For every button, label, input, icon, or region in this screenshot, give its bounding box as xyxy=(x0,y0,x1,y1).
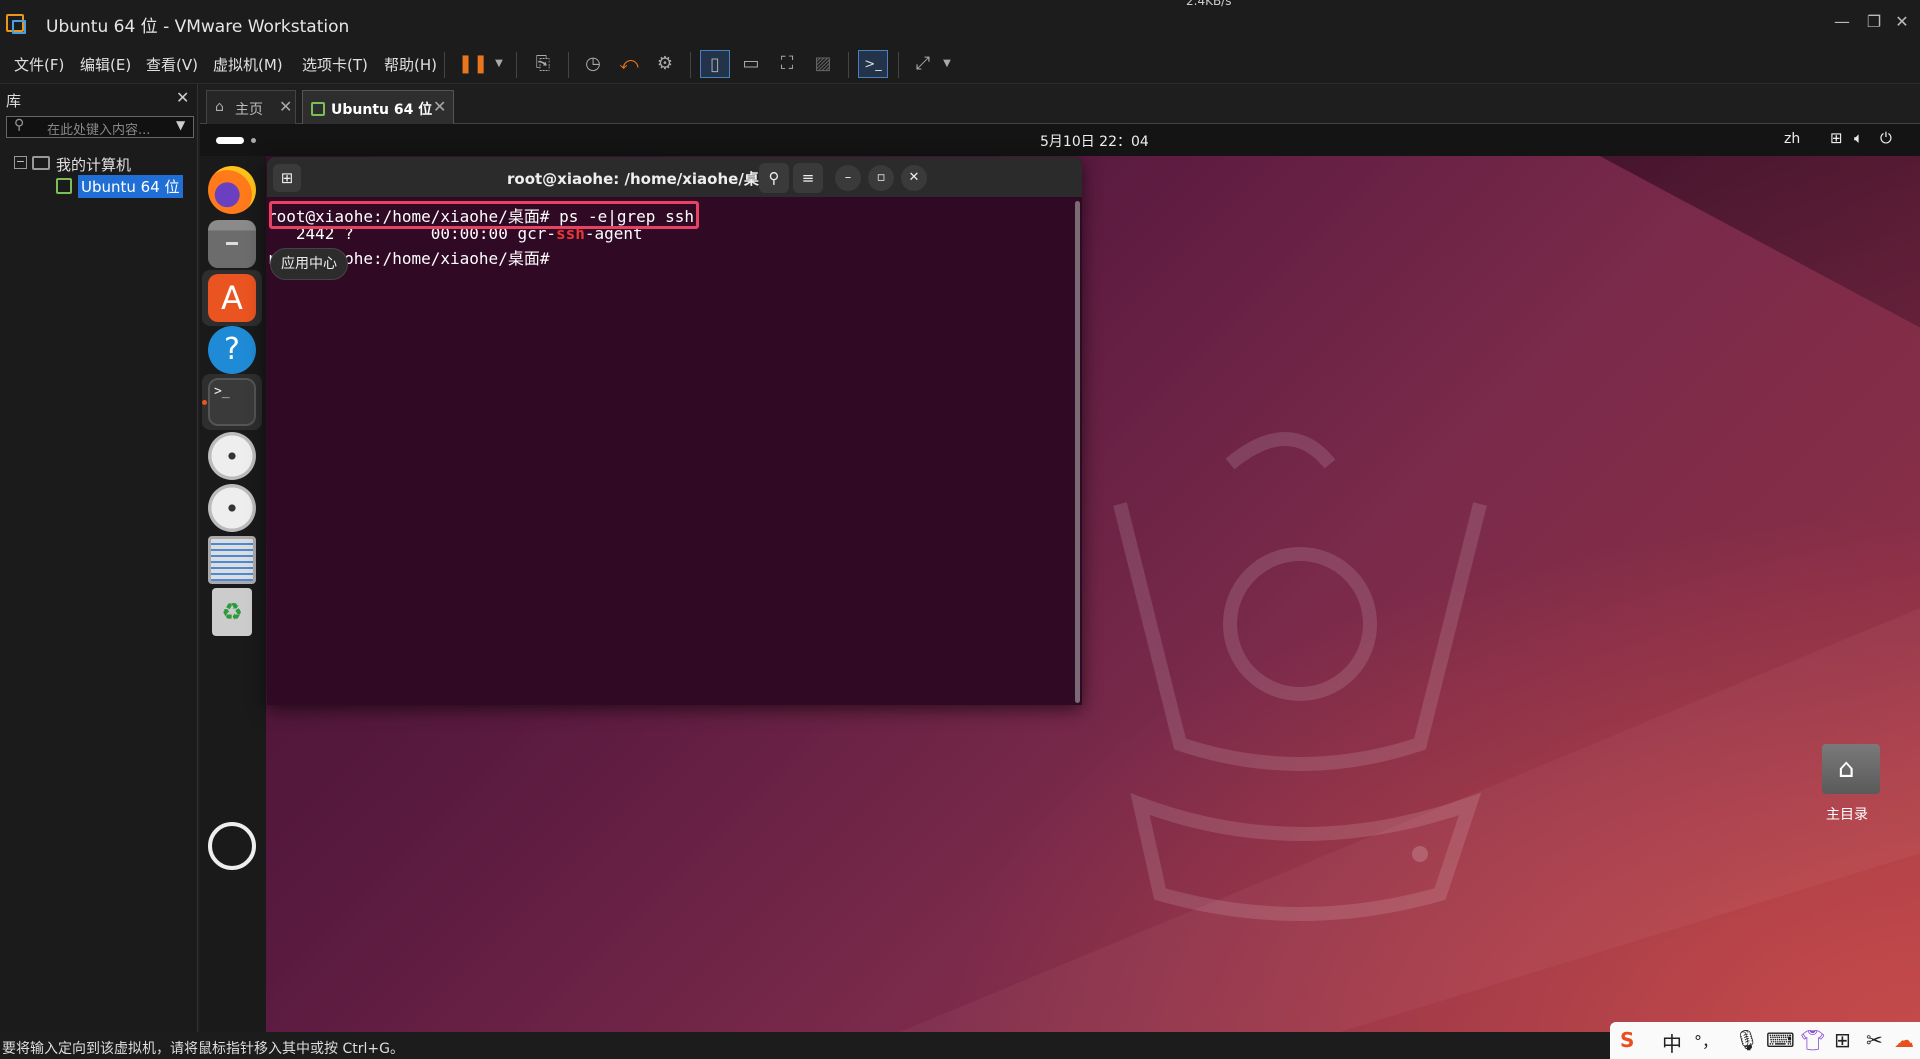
close-icon[interactable]: ✕ xyxy=(279,97,292,116)
hamburger-menu-icon[interactable]: ≡ xyxy=(793,163,823,193)
keyboard-icon[interactable]: ⌨ xyxy=(1766,1028,1795,1052)
app-center-icon[interactable]: A xyxy=(208,274,256,322)
vm-display[interactable]: 5月10日 22：04 zh ⊞ 🔈︎ ⏻ A ? >_ ♻ ⊞ root@xi… xyxy=(200,124,1920,1032)
tab-home-label: 主页 xyxy=(235,102,263,118)
tab-ubuntu[interactable]: Ubuntu 64 位 ✕ xyxy=(302,90,454,124)
show-library-icon[interactable]: ▯ xyxy=(700,50,730,78)
send-keys-icon[interactable]: ⎘ xyxy=(528,50,558,78)
skin-icon[interactable]: 👕︎ xyxy=(1800,1028,1825,1052)
menu-file[interactable]: 文件(F) xyxy=(14,54,64,75)
menu-edit[interactable]: 编辑(E) xyxy=(80,54,131,75)
annotation-highlight-box xyxy=(269,201,699,229)
firefox-icon[interactable] xyxy=(208,166,256,214)
unity-icon[interactable]: ▨ xyxy=(808,50,838,78)
close-icon[interactable]: ✕ xyxy=(433,97,446,116)
thumbnail-bar-icon[interactable]: ▭ xyxy=(736,50,766,78)
ime-mode[interactable]: 中 xyxy=(1662,1028,1682,1057)
toolbar-separator xyxy=(568,52,569,78)
revert-snapshot-icon[interactable]: ⤺ xyxy=(614,50,644,78)
menu-view[interactable]: 查看(V) xyxy=(146,54,198,75)
tree-collapse-icon[interactable]: − xyxy=(14,156,27,169)
house-icon: ⌂ xyxy=(1838,754,1855,784)
computer-icon xyxy=(32,156,50,170)
workspace-indicator[interactable] xyxy=(216,137,244,144)
chevron-down-icon[interactable]: ▼ xyxy=(176,118,185,132)
network-icon[interactable]: ⊞ xyxy=(1830,129,1843,147)
vmware-logo-icon xyxy=(6,14,26,34)
clock[interactable]: 5月10日 22：04 xyxy=(1040,131,1149,151)
terminal-title: root@xiaohe: /home/xiaohe/桌面 xyxy=(507,170,774,188)
vm-icon xyxy=(311,102,325,116)
home-icon: ⌂ xyxy=(215,99,224,115)
menu-tabs[interactable]: 选项卡(T) xyxy=(302,54,368,75)
ubuntu-dock: A ? >_ ♻ xyxy=(200,156,266,1032)
toolbar-separator xyxy=(444,52,445,78)
tree-item-my-computer[interactable]: 我的计算机 xyxy=(56,154,131,175)
console-view-icon[interactable]: >_ xyxy=(858,50,888,78)
title-bar: Ubuntu 64 位 - VMware Workstation 2.4KB/s… xyxy=(0,0,1920,44)
full-screen-icon[interactable]: ⛶ xyxy=(772,50,802,78)
floppy-icon[interactable] xyxy=(208,536,256,584)
library-panel: 库 ✕ 在此处键入内容... ⚲ ▼ − 我的计算机 Ubuntu 64 位 xyxy=(0,84,198,1032)
tab-ubuntu-label: Ubuntu 64 位 xyxy=(331,102,433,118)
files-handle xyxy=(226,242,238,245)
toolbar-separator xyxy=(690,52,691,78)
snapshot-manager-icon[interactable]: ⚙ xyxy=(650,50,680,78)
search-icon: ⚲ xyxy=(14,117,25,133)
running-indicator xyxy=(202,400,207,405)
home-folder-label[interactable]: 主目录 xyxy=(1826,804,1868,824)
input-language[interactable]: zh xyxy=(1784,131,1800,147)
chevron-down-icon[interactable]: ▼ xyxy=(484,50,514,78)
close-icon[interactable]: ✕ xyxy=(176,88,189,107)
maximize-icon[interactable]: ▫ xyxy=(868,165,894,191)
show-apps-icon[interactable] xyxy=(208,822,256,870)
minimize-icon[interactable]: – xyxy=(835,165,861,191)
dock-tooltip: 应用中心 xyxy=(270,248,348,280)
disc-icon[interactable] xyxy=(208,484,256,532)
close-icon[interactable]: ✕ xyxy=(1880,8,1920,36)
ime-toolbar: S 中 °， 🎙︎ ⌨ 👕︎ ⊞ ✂ ☁ xyxy=(1610,1022,1920,1059)
terminal-header: ⊞ root@xiaohe: /home/xiaohe/桌面 ⚲ ≡ – ▫ ✕ xyxy=(267,157,1082,197)
tools-icon[interactable]: ✂ xyxy=(1866,1028,1883,1052)
close-icon[interactable]: ✕ xyxy=(901,165,927,191)
ime-punct[interactable]: °， xyxy=(1694,1028,1718,1052)
wallpaper-mascot xyxy=(1113,432,1487,921)
window-title: Ubuntu 64 位 - VMware Workstation xyxy=(46,17,350,37)
trash-icon[interactable]: ♻ xyxy=(212,588,252,636)
power-icon[interactable]: ⏻ xyxy=(1880,129,1892,147)
sogou-logo-icon[interactable]: S xyxy=(1620,1028,1634,1052)
tab-strip: ⌂ 主页 ✕ Ubuntu 64 位 ✕ xyxy=(200,84,1920,124)
network-speed: 2.4KB/s xyxy=(1186,0,1232,8)
toolbar-separator xyxy=(848,52,849,78)
search-icon[interactable]: ⚲ xyxy=(759,163,789,193)
grid-icon[interactable]: ⊞ xyxy=(1834,1028,1851,1052)
toolbar-separator xyxy=(898,52,899,78)
menu-vm[interactable]: 虚拟机(M) xyxy=(213,54,283,75)
terminal-icon[interactable]: >_ xyxy=(208,378,256,426)
tab-home[interactable]: ⌂ 主页 ✕ xyxy=(206,90,296,124)
disc-icon[interactable] xyxy=(208,432,256,480)
tree-item-ubuntu-vm[interactable]: Ubuntu 64 位 xyxy=(78,175,183,198)
new-tab-icon[interactable]: ⊞ xyxy=(273,164,301,192)
help-icon[interactable]: ? xyxy=(208,326,256,374)
snapshot-icon[interactable]: ◷ xyxy=(578,50,608,78)
mascot-icon[interactable]: ☁ xyxy=(1894,1028,1914,1052)
library-search-input[interactable]: 在此处键入内容... xyxy=(6,116,194,138)
status-text: 要将输入定向到该虚拟机，请将鼠标指针移入其中或按 Ctrl+G。 xyxy=(2,1041,404,1057)
menu-bar: 文件(F) 编辑(E) 查看(V) 虚拟机(M) 选项卡(T) 帮助(H) ❚❚… xyxy=(0,44,1920,84)
home-folder-icon[interactable]: ⌂ xyxy=(1822,744,1880,794)
files-icon[interactable] xyxy=(208,220,256,268)
gnome-top-bar: 5月10日 22：04 zh ⊞ 🔈︎ ⏻ xyxy=(200,124,1920,156)
volume-icon[interactable]: 🔈︎ xyxy=(1854,129,1863,147)
terminal-window[interactable]: ⊞ root@xiaohe: /home/xiaohe/桌面 ⚲ ≡ – ▫ ✕… xyxy=(267,157,1082,705)
vm-icon xyxy=(56,178,72,194)
menu-help[interactable]: 帮助(H) xyxy=(384,54,437,75)
library-title: 库 xyxy=(6,92,22,110)
toolbar-separator xyxy=(516,52,517,78)
terminal-scrollbar[interactable] xyxy=(1075,201,1080,703)
microphone-icon[interactable]: 🎙︎ xyxy=(1734,1028,1759,1052)
chevron-down-icon[interactable]: ▼ xyxy=(932,50,962,78)
workspace-dot[interactable] xyxy=(251,138,256,143)
